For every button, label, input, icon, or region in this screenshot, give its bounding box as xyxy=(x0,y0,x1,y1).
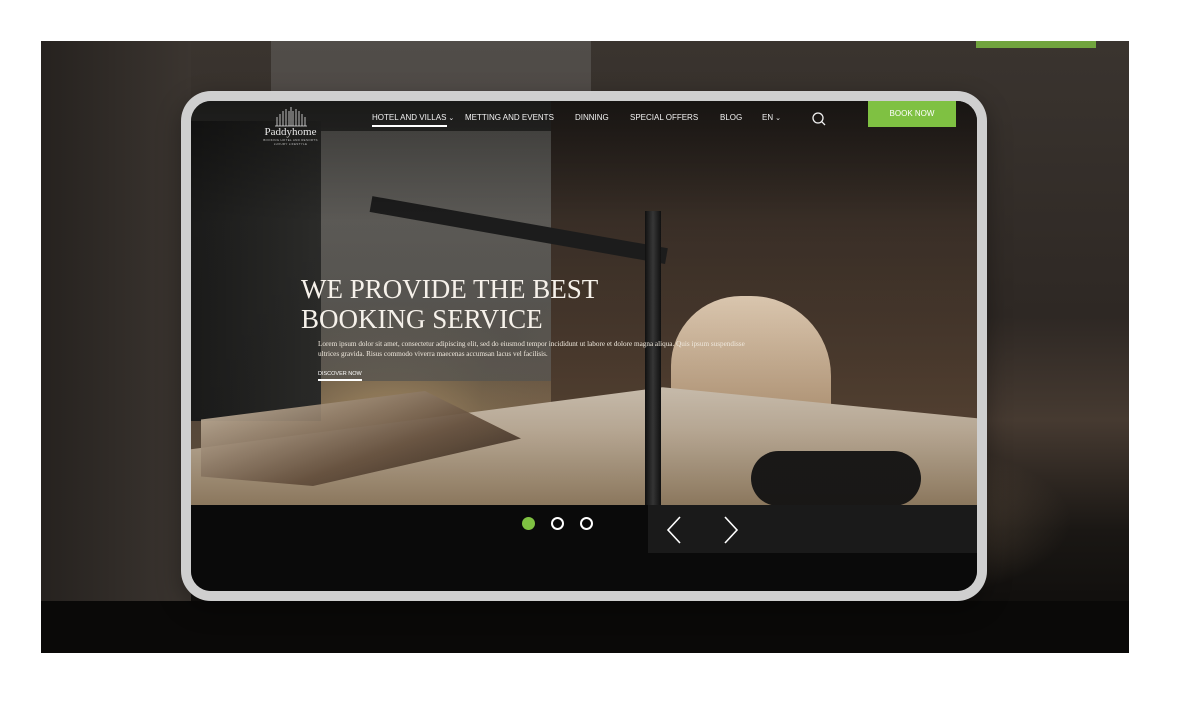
hero-title-line-2: BOOKING SERVICE xyxy=(301,304,543,334)
nav-item-special-offers[interactable]: SPECIAL OFFERS xyxy=(630,113,698,122)
hero-title-line-1: WE PROVIDE THE BEST xyxy=(301,274,599,304)
background-wall xyxy=(41,41,191,653)
discover-now-link[interactable]: DISCOVER NOW xyxy=(318,371,362,381)
book-now-button[interactable]: BOOK NOW xyxy=(868,101,956,127)
nav-item-metting-and-events[interactable]: METTING AND EVENTS xyxy=(465,113,554,122)
slider-next-button[interactable] xyxy=(703,505,757,553)
language-label: EN xyxy=(762,113,774,122)
top-navbar: Paddyhome BOOKING HOTEL AND RESORTS LUXU… xyxy=(191,101,977,146)
background-floor xyxy=(41,601,1129,653)
device-frame: Paddyhome BOOKING HOTEL AND RESORTS LUXU… xyxy=(181,91,987,601)
background-blurred-button xyxy=(976,41,1096,48)
brand-name: Paddyhome xyxy=(264,126,317,138)
nav-item-label: BLOG xyxy=(720,113,743,122)
logo-mark-icon xyxy=(274,107,307,127)
slide-dot-1[interactable] xyxy=(522,517,535,530)
chevron-left-icon xyxy=(666,516,681,544)
search-button[interactable] xyxy=(811,111,827,127)
nav-item-label: DINNING xyxy=(575,113,609,122)
chevron-down-icon: ⌄ xyxy=(775,115,781,122)
chevron-right-icon xyxy=(724,516,739,544)
website-screen: Paddyhome BOOKING HOTEL AND RESORTS LUXU… xyxy=(191,101,977,591)
nav-active-indicator xyxy=(372,125,447,127)
brand-logo[interactable]: Paddyhome BOOKING HOTEL AND RESORTS LUXU… xyxy=(253,105,328,153)
brand-tagline-secondary: LUXURY LIFESTYLE xyxy=(273,142,308,146)
nav-item-label: HOTEL AND VILLAS xyxy=(372,113,447,122)
nav-item-dinning[interactable]: DINNING xyxy=(575,113,609,122)
slide-dot-2[interactable] xyxy=(551,517,564,530)
search-icon xyxy=(812,112,826,126)
nav-item-hotel-and-villas[interactable]: HOTEL AND VILLAS ⌄ xyxy=(372,113,454,122)
slider-prev-button[interactable] xyxy=(648,505,702,553)
nav-item-label: METTING AND EVENTS xyxy=(465,113,554,122)
hero-title: WE PROVIDE THE BEST BOOKING SERVICE xyxy=(301,274,721,334)
nav-item-label: SPECIAL OFFERS xyxy=(630,113,699,122)
hero-description: Lorem ipsum dolor sit amet, consectetur … xyxy=(318,340,745,358)
nav-item-blog[interactable]: BLOG xyxy=(720,113,742,122)
slide-dot-3[interactable] xyxy=(580,517,593,530)
language-selector[interactable]: EN ⌄ xyxy=(762,113,781,122)
chevron-down-icon: ⌄ xyxy=(448,115,455,122)
